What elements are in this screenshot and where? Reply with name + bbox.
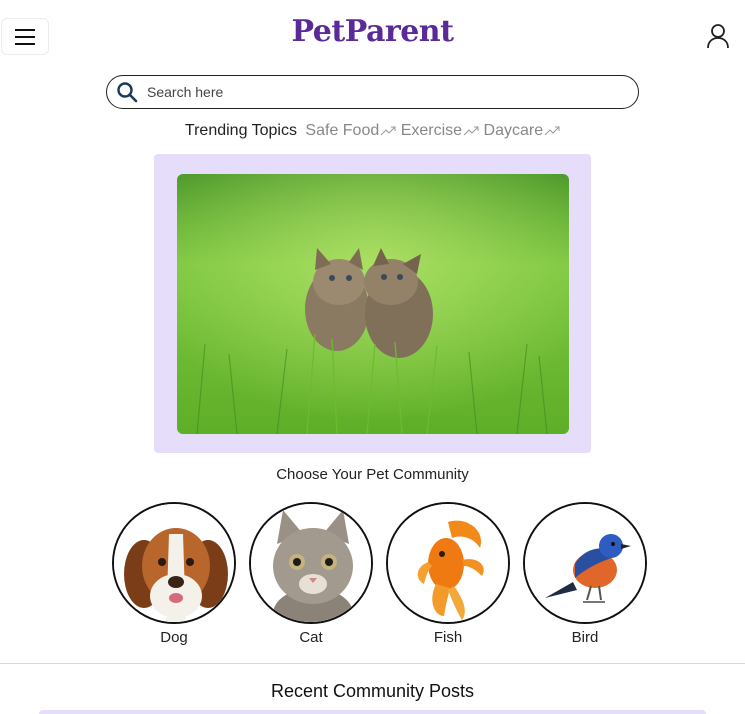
- recent-post-card[interactable]: [39, 710, 706, 714]
- pet-community-dog[interactable]: Dog: [112, 502, 236, 646]
- pet-community-bird[interactable]: Bird: [523, 502, 647, 646]
- user-profile-icon: [707, 24, 729, 49]
- trending-topic-daycare[interactable]: Daycare: [484, 122, 561, 139]
- pet-community-heading: Choose Your Pet Community: [276, 466, 469, 483]
- hero-image[interactable]: [177, 174, 569, 434]
- goldfish-photo: [386, 502, 510, 624]
- trending-topic-label: Exercise: [400, 122, 463, 139]
- pet-community-label: Dog: [160, 629, 188, 646]
- trending-topic-label: Safe Food: [305, 122, 380, 139]
- pet-community-list: Dog Cat Fish Bird: [0, 502, 745, 652]
- bird-photo: [523, 502, 647, 624]
- dog-photo: [112, 502, 236, 624]
- trending-up-icon: [544, 126, 560, 136]
- pet-community-cat[interactable]: Cat: [249, 502, 373, 646]
- pet-community-label: Cat: [299, 629, 323, 646]
- trending-topic-safe-food[interactable]: Safe Food: [305, 122, 396, 139]
- profile-button[interactable]: [704, 22, 732, 50]
- search-icon[interactable]: [115, 80, 139, 104]
- section-divider: [0, 663, 745, 664]
- trending-topic-exercise[interactable]: Exercise: [401, 122, 479, 139]
- trending-topic-label: Daycare: [483, 122, 544, 139]
- trending-topics-label: Trending Topics: [184, 122, 297, 139]
- trending-topics-bar: Trending Topics Safe Food Exercise Dayca…: [0, 122, 745, 140]
- cat-photo: [249, 502, 373, 624]
- recent-posts-heading: Recent Community Posts: [270, 681, 475, 701]
- two-kittens-in-grass-photo: [177, 174, 569, 434]
- search-bar[interactable]: [106, 75, 639, 109]
- trending-up-icon: [463, 126, 479, 136]
- pet-community-label: Fish: [433, 629, 463, 646]
- trending-up-icon: [380, 126, 396, 136]
- pet-community-label: Bird: [571, 629, 599, 646]
- page: PetParent Trending Topics Safe Food Exer…: [0, 0, 745, 714]
- pet-community-fish[interactable]: Fish: [386, 502, 510, 646]
- app-logo[interactable]: PetParent: [0, 14, 745, 49]
- search-input[interactable]: [147, 84, 607, 100]
